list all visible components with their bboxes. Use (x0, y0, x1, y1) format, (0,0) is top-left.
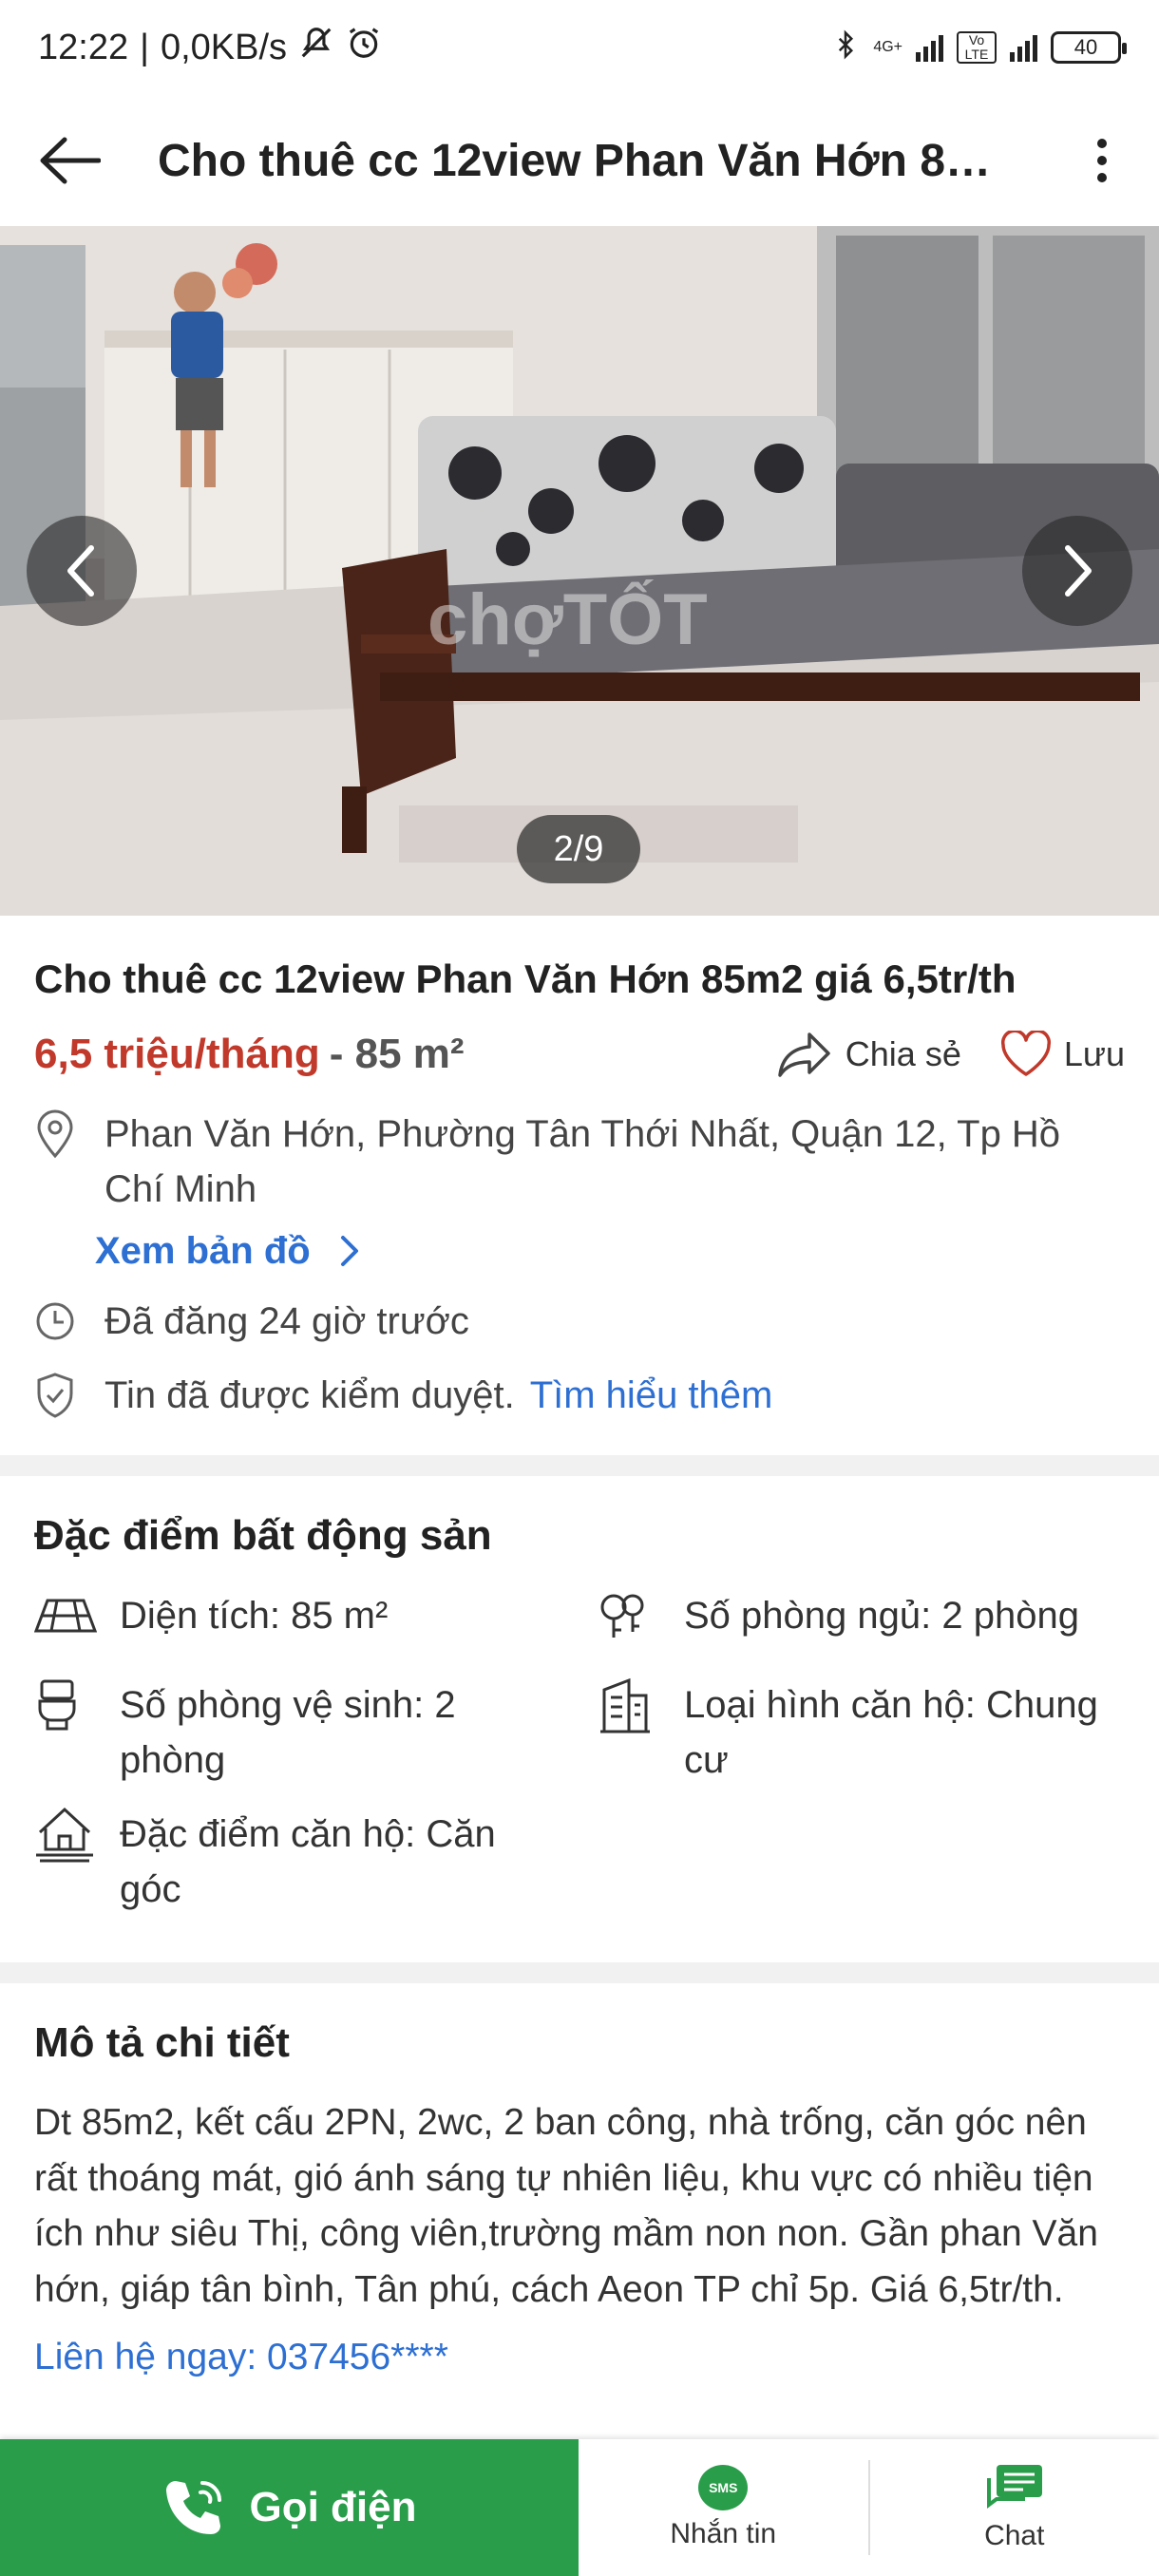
view-map-label: Xem bản đồ (95, 1229, 311, 1272)
share-label: Chia sẻ (845, 1033, 961, 1073)
battery-icon: 40 (1051, 31, 1127, 64)
toilet-icon (34, 1677, 103, 1733)
view-map-link[interactable]: Xem bản đồ (95, 1230, 1125, 1273)
back-button[interactable] (38, 123, 114, 199)
mute-icon (298, 25, 334, 70)
photo-counter: 2/9 (517, 815, 640, 883)
section-divider (0, 1455, 1159, 1476)
call-button[interactable]: Gọi điện (0, 2439, 579, 2576)
building-icon (598, 1677, 667, 1733)
phone-icon (165, 2481, 221, 2534)
bottom-action-bar: Gọi điện SMS Nhắn tin Chat (0, 2439, 1159, 2576)
keys-icon (598, 1588, 667, 1643)
save-label: Lưu (1063, 1033, 1125, 1073)
description-title: Mô tả chi tiết (34, 2019, 290, 2066)
listing-photo: chợTỐT (0, 226, 1159, 916)
more-dot (1097, 156, 1107, 165)
posted-time: Đã đăng 24 giờ trước (104, 1299, 469, 1342)
status-bar: 12:22 | 0,0KB/s 4G+ Vo LTE 40 (0, 0, 1159, 95)
feature-area: Diện tích: 85 m² (34, 1588, 566, 1643)
page-title: Cho thuê cc 12view Phan Văn Hớn 85m2 giá… (158, 135, 1013, 186)
listing-price: 6,5 triệu/tháng (34, 1030, 320, 1077)
listing-info: Cho thuê cc 12view Phan Văn Hớn 85m2 giá… (0, 916, 1159, 1455)
signal-icon-2 (1010, 33, 1037, 62)
posted-row: Đã đăng 24 giờ trước (34, 1294, 1125, 1349)
volte-icon: Vo LTE (957, 31, 997, 64)
share-icon (778, 1032, 830, 1077)
feature-apartment-feature: Đặc điểm căn hộ: Căn góc (34, 1807, 528, 1917)
chevron-right-icon (340, 1236, 358, 1267)
network-type: 4G+ (873, 39, 902, 55)
price-row: 6,5 triệu/tháng - 85 m² Chia sẻ Lưu (34, 1021, 1125, 1088)
sms-icon: SMS (698, 2465, 749, 2510)
status-left: 12:22 | 0,0KB/s (38, 25, 382, 70)
status-time: 12:22 (38, 27, 129, 67)
feature-bedrooms: Số phòng ngủ: 2 phòng (598, 1588, 1130, 1643)
status-right: 4G+ Vo LTE 40 (831, 28, 1127, 68)
share-button[interactable]: Chia sẻ (777, 1031, 961, 1078)
photo-gallery[interactable]: chợTỐT 2/9 (0, 226, 1159, 916)
verified-row: Tin đã được kiểm duyệt. Tìm hiểu thêm (34, 1368, 1125, 1423)
status-speed: 0,0KB/s (160, 27, 288, 67)
gallery-watermark: chợTỐT (428, 579, 708, 660)
listing-address: Phan Văn Hớn, Phường Tân Thới Nhất, Quận… (104, 1112, 1061, 1210)
learn-more-link[interactable]: Tìm hiểu thêm (530, 1368, 773, 1423)
save-button[interactable]: Lưu (999, 1030, 1125, 1078)
sms-button[interactable]: SMS Nhắn tin (579, 2439, 868, 2576)
call-label: Gọi điện (249, 2484, 417, 2530)
chat-button[interactable]: Chat (870, 2439, 1159, 2576)
sms-badge: SMS (709, 2480, 738, 2495)
chat-icon (986, 2465, 1042, 2509)
section-divider (0, 1962, 1159, 1983)
arrow-left-icon (40, 137, 101, 184)
more-options-button[interactable] (1083, 123, 1121, 199)
features-title: Đặc điểm bất động sản (34, 1512, 492, 1559)
description-text: Dt 85m2, kết cấu 2PN, 2wc, 2 ban công, n… (34, 2102, 1098, 2310)
bluetooth-icon (831, 28, 860, 68)
more-dot (1097, 139, 1107, 148)
sms-label: Nhắn tin (670, 2518, 777, 2549)
feature-apartment-feature-label: Đặc điểm căn hộ: Căn góc (120, 1813, 496, 1910)
floor-area-icon (34, 1588, 103, 1643)
more-dot (1097, 173, 1107, 182)
clock-icon (34, 1294, 80, 1349)
address-row: Phan Văn Hớn, Phường Tân Thới Nhất, Quận… (34, 1107, 1125, 1217)
description-section: Mô tả chi tiết Dt 85m2, kết cấu 2PN, 2wc… (0, 1983, 1159, 2439)
previous-photo-button[interactable] (27, 516, 137, 626)
location-pin-icon (34, 1107, 80, 1162)
house-icon (34, 1807, 103, 1863)
app-bar: Cho thuê cc 12view Phan Văn Hớn 85m2 giá… (0, 95, 1159, 226)
signal-icon (916, 33, 943, 62)
listing-area: - 85 m² (329, 1030, 465, 1077)
chevron-left-icon (67, 545, 94, 597)
contact-phone-link[interactable]: Liên hệ ngay: 037456**** (34, 2337, 1125, 2378)
heart-icon (1000, 1030, 1051, 1076)
feature-bathrooms-label: Số phòng vệ sinh: 2 phòng (120, 1684, 456, 1781)
next-photo-button[interactable] (1022, 516, 1132, 626)
chat-label: Chat (984, 2520, 1045, 2551)
verified-text: Tin đã được kiểm duyệt. (104, 1373, 515, 1416)
feature-bedrooms-label: Số phòng ngủ: 2 phòng (684, 1595, 1079, 1637)
alarm-icon (346, 25, 382, 70)
feature-bathrooms: Số phòng vệ sinh: 2 phòng (34, 1677, 528, 1788)
feature-apartment-type-label: Loại hình căn hộ: Chung cư (684, 1684, 1098, 1781)
shield-check-icon (34, 1368, 80, 1423)
feature-apartment-type: Loại hình căn hộ: Chung cư (598, 1677, 1130, 1788)
listing-title: Cho thuê cc 12view Phan Văn Hớn 85m2 giá… (34, 957, 1016, 1001)
status-separator: | (140, 27, 149, 67)
chevron-right-icon (1065, 545, 1092, 597)
property-features: Đặc điểm bất động sản Diện tích: 85 m² S… (0, 1476, 1159, 1962)
feature-area-label: Diện tích: 85 m² (120, 1595, 389, 1637)
